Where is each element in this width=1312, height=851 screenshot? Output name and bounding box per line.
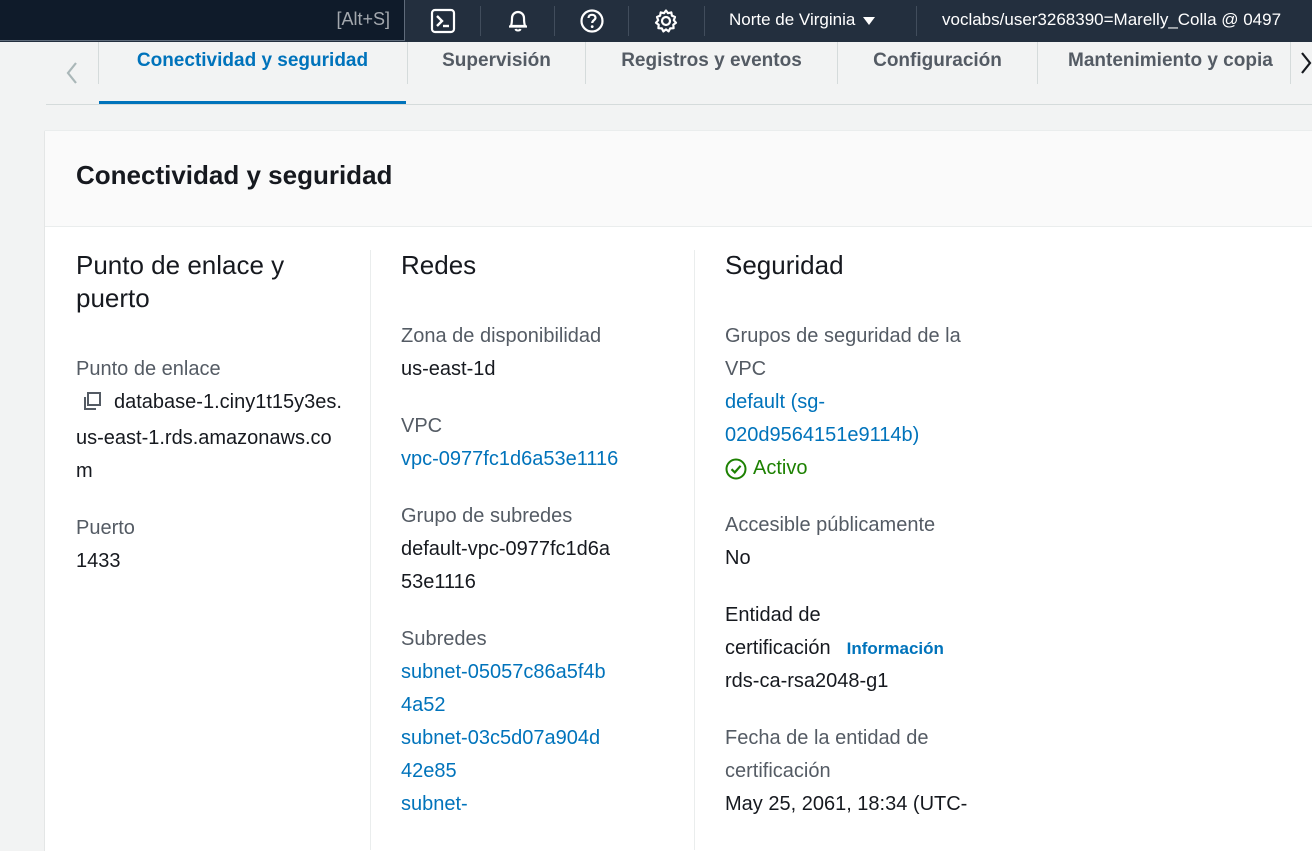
ca-date-value: May 25, 2061, 18:34 (UTC-	[725, 793, 968, 815]
tab-configuration[interactable]: Configuración	[838, 42, 1037, 104]
endpoint-port-heading: Punto de enlace y puerto	[76, 250, 285, 313]
public-access-label: Accesible públicamente	[725, 514, 936, 536]
subnet-link[interactable]: subnet-03c5d07a904d42e85	[401, 722, 611, 788]
detail-tabs: Conectividad y seguridad Supervisión Reg…	[46, 42, 1312, 105]
ca-info-link[interactable]: Información	[847, 639, 944, 658]
security-column: Seguridad Grupos de seguridad de la VPC …	[725, 249, 985, 821]
column-divider	[370, 250, 371, 850]
search-bar[interactable]: [Alt+S]	[0, 0, 405, 41]
network-heading: Redes	[401, 250, 477, 280]
nav-divider	[628, 6, 629, 36]
ca-label: Entidad de certificación	[725, 604, 831, 659]
endpoint-label: Punto de enlace	[76, 358, 221, 380]
panel-title: Conectividad y seguridad	[76, 160, 393, 190]
tab-label: Supervisión	[442, 50, 551, 71]
security-group-link[interactable]: default (sg-020d9564151e9114b)	[725, 386, 955, 452]
endpoint-port-column: Punto de enlace y puerto Punto de enlace…	[76, 249, 346, 578]
tab-label: Registros y eventos	[621, 50, 802, 71]
tab-monitoring[interactable]: Supervisión	[408, 42, 585, 104]
copy-icon[interactable]	[82, 389, 102, 422]
caret-down-icon	[863, 17, 876, 25]
tab-label: Conectividad y seguridad	[136, 50, 369, 71]
tabs-scroll-left-button[interactable]	[46, 42, 98, 104]
subnet-link[interactable]: subnet-05057c86a5f4b4a52	[401, 656, 611, 722]
nav-divider	[554, 6, 555, 36]
tab-label: Mantenimiento y copia	[1068, 50, 1273, 71]
chevron-left-icon	[66, 62, 77, 84]
tab-maintenance-backups[interactable]: Mantenimiento y copia	[1038, 42, 1289, 104]
gear-icon[interactable]	[652, 7, 680, 35]
public-access-value: No	[725, 547, 751, 569]
nav-divider	[916, 6, 917, 36]
panel-header: Conectividad y seguridad	[45, 131, 1312, 227]
tabs-scroll-right-button[interactable]	[1294, 42, 1312, 84]
subnet-link[interactable]: subnet-	[401, 788, 611, 821]
chevron-right-icon	[1301, 52, 1312, 74]
account-menu[interactable]: voclabs/user3268390=Marelly_Colla @ 0497	[942, 10, 1281, 30]
tab-connectivity-security[interactable]: Conectividad y seguridad	[99, 42, 406, 104]
nav-divider	[480, 6, 481, 36]
network-column: Redes Zona de disponibilidad us-east-1d …	[401, 249, 671, 821]
vpc-label: VPC	[401, 415, 443, 437]
search-shortcut-hint: [Alt+S]	[336, 9, 390, 29]
status-text: Activo	[753, 457, 808, 479]
help-icon[interactable]	[578, 7, 606, 35]
ca-label-row: Entidad de certificación Información	[725, 599, 965, 665]
nav-divider	[704, 6, 705, 36]
subnet-group-value: default-vpc-0977fc1d6a53e1116	[401, 538, 611, 593]
az-label: Zona de disponibilidad	[401, 325, 602, 347]
tab-divider	[1290, 42, 1291, 84]
subnets-label: Subredes	[401, 628, 487, 650]
connectivity-security-panel: Conectividad y seguridad Punto de enlace…	[45, 130, 1312, 851]
port-label: Puerto	[76, 517, 135, 539]
check-circle-icon	[725, 458, 747, 479]
security-groups-label: Grupos de seguridad de la VPC	[725, 325, 961, 380]
az-value: us-east-1d	[401, 358, 496, 380]
bell-icon[interactable]	[504, 7, 532, 35]
endpoint-value: database-1.ciny1t15y3es.us-east-1.rds.am…	[76, 391, 342, 482]
ca-date-label: Fecha de la entidad de certificación	[725, 727, 929, 782]
port-value: 1433	[76, 550, 121, 572]
cloudshell-icon[interactable]	[429, 7, 457, 35]
tab-label: Configuración	[873, 50, 1002, 71]
ca-value: rds-ca-rsa2048-g1	[725, 670, 889, 692]
security-heading: Seguridad	[725, 250, 844, 280]
vpc-link[interactable]: vpc-0977fc1d6a53e1116	[401, 443, 671, 476]
region-selector[interactable]: Norte de Virginia	[729, 10, 876, 30]
column-divider	[694, 250, 695, 850]
endpoint-value-row: database-1.ciny1t15y3es.us-east-1.rds.am…	[76, 386, 346, 488]
subnet-group-label: Grupo de subredes	[401, 505, 573, 527]
top-navigation-bar: [Alt+S] Norte de Virginia voclabs/user32…	[0, 0, 1312, 42]
status-indicator: Activo	[725, 452, 985, 485]
tab-logs-events[interactable]: Registros y eventos	[586, 42, 837, 104]
region-label: Norte de Virginia	[729, 10, 856, 29]
